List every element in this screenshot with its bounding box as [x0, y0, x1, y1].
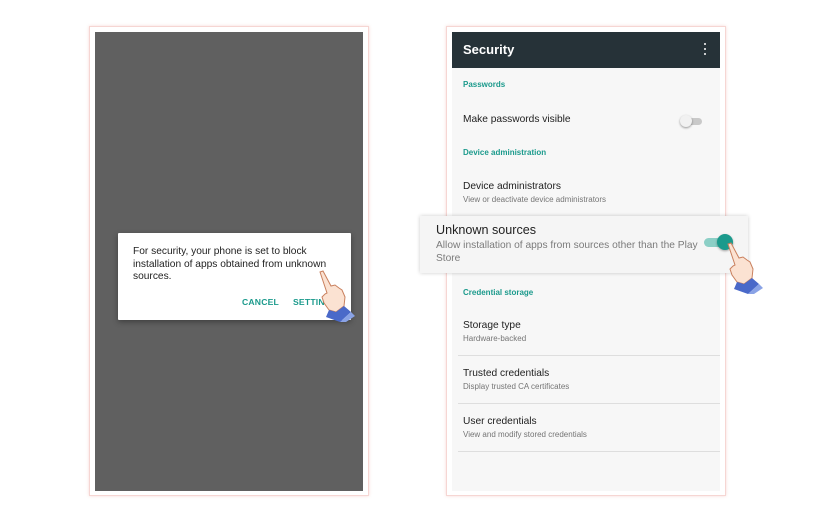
dialog-message: For security, your phone is set to block…: [133, 246, 327, 282]
section-header-passwords: Passwords: [463, 80, 506, 89]
section-header-device-administration: Device administration: [463, 148, 547, 157]
unknown-sources-card[interactable]: Unknown sources Allow installation of ap…: [420, 216, 748, 273]
app-bar: Security: [452, 32, 720, 68]
divider: [458, 403, 720, 404]
unknown-sources-summary: Allow installation of apps from sources …: [436, 240, 698, 264]
pref-make-passwords-visible[interactable]: Make passwords visible: [452, 106, 720, 140]
dimmed-screen: For security, your phone is set to block…: [95, 32, 363, 491]
left-phone-frame: For security, your phone is set to block…: [89, 26, 369, 496]
divider: [458, 451, 720, 452]
section-header-credential-storage: Credential storage: [463, 288, 534, 297]
unknown-sources-title: Unknown sources: [436, 223, 537, 237]
security-dialog: For security, your phone is set to block…: [118, 233, 351, 320]
app-bar-title: Security: [463, 42, 515, 57]
pref-title: Storage type: [463, 320, 521, 331]
settings-button[interactable]: SETTINGS: [293, 297, 338, 307]
pref-summary: View and modify stored credentials: [463, 430, 587, 439]
pref-title: User credentials: [463, 416, 537, 427]
cancel-button[interactable]: CANCEL: [242, 297, 279, 307]
pref-title: Device administrators: [463, 181, 561, 192]
unknown-sources-toggle[interactable]: [704, 234, 734, 250]
pref-title: Make passwords visible: [463, 114, 571, 125]
pref-summary: View or deactivate device administrators: [463, 195, 607, 204]
pref-user-credentials[interactable]: User credentials View and modify stored …: [452, 408, 720, 450]
divider: [458, 355, 720, 356]
pref-trusted-credentials[interactable]: Trusted credentials Display trusted CA c…: [452, 360, 720, 402]
pref-storage-type[interactable]: Storage type Hardware-backed: [452, 312, 720, 354]
toggle-thumb: [680, 115, 692, 127]
pref-device-administrators[interactable]: Device administrators View or deactivate…: [452, 174, 720, 214]
passwords-visible-toggle[interactable]: [680, 115, 704, 127]
more-vertical-icon[interactable]: [702, 43, 708, 57]
pref-summary: Display trusted CA certificates: [463, 382, 570, 391]
pref-title: Trusted credentials: [463, 368, 550, 379]
toggle-thumb: [717, 234, 733, 250]
pref-summary: Hardware-backed: [463, 334, 527, 343]
